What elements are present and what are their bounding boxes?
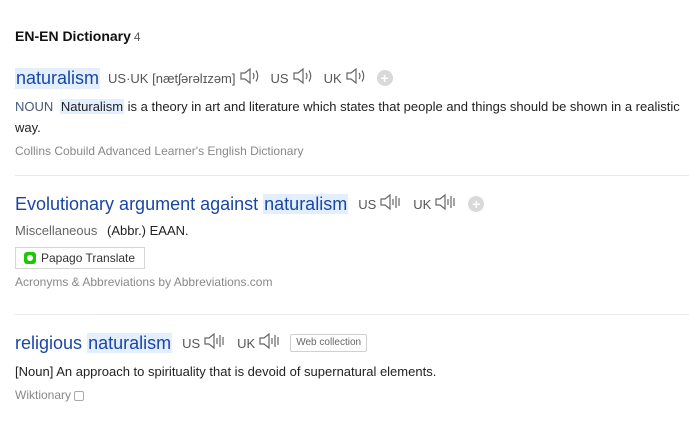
- definition-highlight: Naturalism: [59, 99, 125, 114]
- phonetic: US·UK [nætʃərəlɪzəm]: [108, 71, 235, 86]
- part-of-speech: NOUN: [15, 99, 54, 114]
- headword-highlight: naturalism: [263, 193, 349, 214]
- abbreviation-text: (Abbr.) EAAN.: [107, 223, 189, 238]
- entry-naturalism: naturalism US·UK [nætʃərəlɪzəm] US UK + …: [15, 66, 689, 158]
- headword-link[interactable]: naturalism: [15, 67, 101, 89]
- us-pron-label: US: [358, 196, 377, 212]
- uk-pron-label: UK: [237, 335, 256, 351]
- speaker-icon[interactable]: [239, 67, 261, 90]
- phonetic-label: US·UK: [108, 70, 149, 86]
- headword-prefix: Evolutionary argument against: [15, 193, 259, 214]
- uk-pron-label: UK: [323, 70, 342, 86]
- category-label: Miscellaneous: [15, 223, 98, 238]
- divider: [15, 314, 689, 315]
- uk-speaker-icon[interactable]: [434, 193, 458, 216]
- headword-highlight: naturalism: [87, 332, 173, 353]
- divider: [15, 175, 689, 176]
- papago-logo-icon: [24, 252, 36, 264]
- external-link-icon: [74, 390, 85, 401]
- entry-evolutionary-argument: Evolutionary argument against naturalism…: [15, 192, 689, 289]
- source-label[interactable]: Acronyms & Abbreviations by Abbreviation…: [15, 275, 689, 289]
- us-speaker-icon[interactable]: [379, 193, 403, 216]
- source-label[interactable]: Collins Cobuild Advanced Learner's Engli…: [15, 144, 689, 158]
- entry-religious-naturalism: religious naturalism US UK Web collectio…: [15, 331, 689, 402]
- uk-speaker-icon[interactable]: [258, 332, 282, 355]
- web-collection-badge[interactable]: Web collection: [290, 334, 368, 352]
- headword-link[interactable]: religious naturalism: [15, 332, 173, 354]
- source-text: Wiktionary: [15, 388, 72, 402]
- definition: [Noun] An approach to spirituality that …: [15, 364, 437, 379]
- us-speaker-icon[interactable]: [203, 332, 227, 355]
- uk-speaker-icon[interactable]: [345, 67, 367, 90]
- papago-translate-label: Papago Translate: [41, 251, 136, 265]
- source-label[interactable]: Wiktionary: [15, 388, 689, 402]
- headword-link[interactable]: Evolutionary argument against naturalism: [15, 193, 349, 215]
- headword-prefix: religious: [15, 332, 83, 353]
- uk-pron-label: UK: [413, 196, 432, 212]
- add-to-wordbook-button[interactable]: +: [376, 70, 393, 86]
- us-speaker-icon[interactable]: [292, 67, 314, 90]
- section-title-text: EN-EN Dictionary: [15, 28, 131, 44]
- papago-translate-button[interactable]: Papago Translate: [15, 247, 146, 269]
- phonetic-text: [nætʃərəlɪzəm]: [152, 70, 236, 86]
- definition: Miscellaneous (Abbr.) EAAN.: [15, 223, 689, 238]
- definition: NOUN Naturalism is a theory in art and l…: [15, 96, 683, 138]
- us-pron-label: US: [270, 70, 289, 86]
- section-title: EN-EN Dictionary 4: [15, 28, 141, 44]
- result-count: 4: [133, 30, 141, 44]
- us-pron-label: US: [182, 335, 201, 351]
- add-to-wordbook-button[interactable]: +: [468, 196, 485, 212]
